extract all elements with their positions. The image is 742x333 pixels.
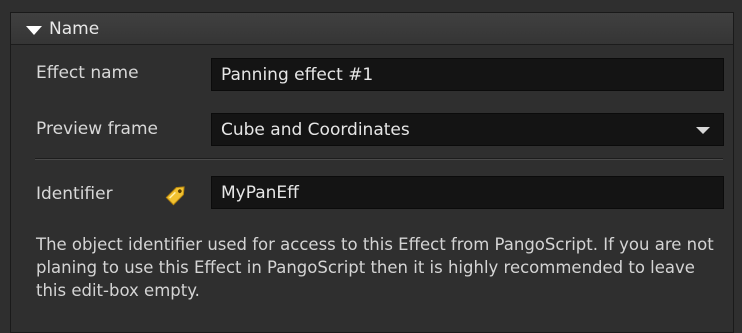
collapse-triangle-icon[interactable] (26, 26, 42, 35)
chevron-down-icon[interactable] (696, 127, 710, 134)
effect-name-input[interactable]: Panning effect #1 (211, 58, 724, 91)
name-section-header[interactable]: Name (11, 13, 733, 45)
identifier-input[interactable]: MyPanEff (211, 176, 724, 209)
preview-frame-selected: Cube and Coordinates (221, 120, 410, 140)
preview-frame-label: Preview frame (36, 119, 158, 139)
effect-name-label: Effect name (36, 63, 139, 83)
section-divider (35, 158, 723, 160)
identifier-description: The object identifier used for access to… (36, 235, 714, 300)
identifier-value: MyPanEff (221, 183, 299, 203)
identifier-label: Identifier (36, 184, 113, 204)
properties-panel: Name Effect name Panning effect #1 Previ… (0, 0, 742, 333)
effect-name-value: Panning effect #1 (221, 65, 374, 85)
tag-icon (165, 186, 185, 206)
section-title: Name (49, 19, 100, 39)
preview-frame-dropdown[interactable]: Cube and Coordinates (211, 113, 724, 146)
